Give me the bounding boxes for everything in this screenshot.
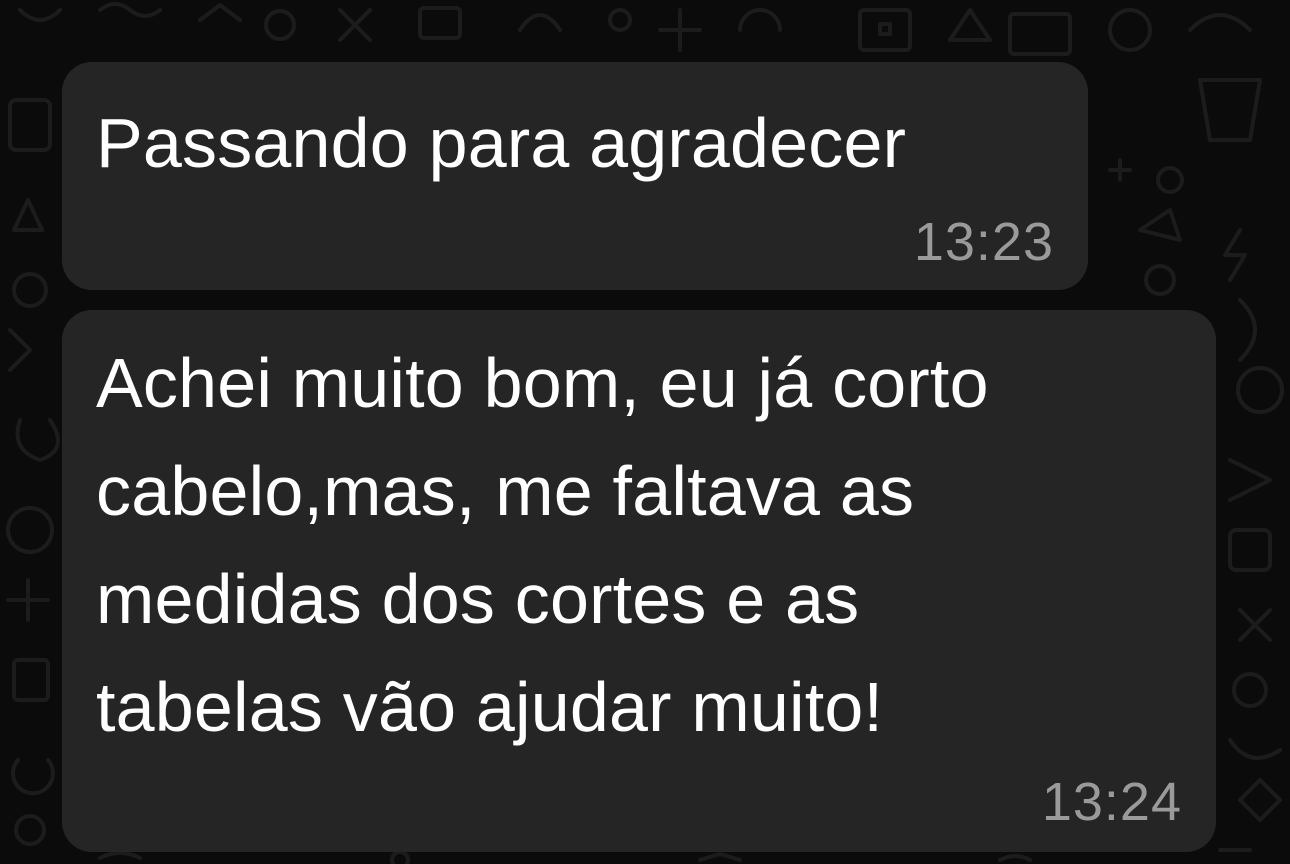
message-timestamp: 13:23: [913, 212, 1054, 272]
message-bubble[interactable]: Achei muito bom, eu já corto cabelo,mas, …: [62, 310, 1216, 852]
message-line: Achei muito bom, eu já corto: [96, 344, 989, 422]
message-line: Passando para agradecer: [96, 104, 907, 182]
message-line: medidas dos cortes e as: [96, 560, 860, 638]
message-text: Achei muito bom, eu já corto cabelo,mas, …: [96, 329, 1196, 761]
message-text: Passando para agradecer: [96, 89, 906, 197]
message-timestamp: 13:24: [1041, 772, 1182, 832]
message-line: tabelas vão ajudar muito!: [96, 668, 884, 746]
message-line: cabelo,mas, me faltava as: [96, 452, 915, 530]
message-bubble[interactable]: Passando para agradecer 13:23: [62, 62, 1088, 290]
